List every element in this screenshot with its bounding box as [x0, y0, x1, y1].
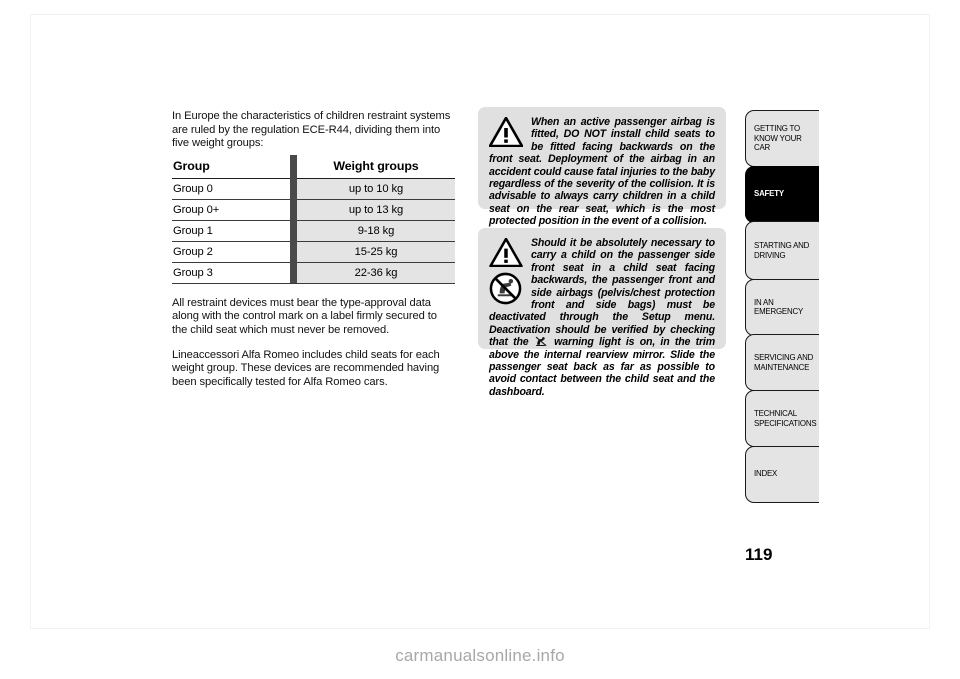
tab-servicing-and-maintenance[interactable]: SERVICING AND MAINTENANCE — [745, 334, 819, 392]
airbag-rear-facing-warning-box: When an active passenger airbag is fitte… — [478, 107, 726, 227]
cell-group: Group 1 — [172, 220, 290, 242]
warning-icon-group — [489, 238, 525, 305]
cell-weight: 22-36 kg — [297, 262, 455, 284]
warning-triangle-icon — [489, 117, 523, 147]
airbag-off-warning-light-icon — [535, 336, 547, 347]
tab-safety[interactable]: SAFETY — [745, 165, 819, 223]
tab-label: INDEX — [754, 469, 778, 479]
table-divider — [290, 199, 297, 221]
cell-group: Group 2 — [172, 241, 290, 263]
restraint-devices-paragraph: All restraint devices must bear the type… — [172, 296, 437, 336]
cell-weight: 9-18 kg — [297, 220, 455, 242]
table-divider — [290, 241, 297, 263]
table-row: Group 3 22-36 kg — [172, 262, 455, 284]
cell-weight: up to 13 kg — [297, 199, 455, 221]
weight-groups-table: Group Weight groups Group 0 up to 10 kg … — [172, 154, 455, 284]
column-header-group: Group — [172, 154, 290, 179]
table-divider — [290, 178, 297, 200]
table-row: Group 0 up to 10 kg — [172, 178, 455, 200]
site-watermark: carmanualsonline.info — [395, 646, 565, 665]
table-row: Group 1 9-18 kg — [172, 220, 455, 242]
page-number: 119 — [745, 545, 773, 564]
warning-icon-group — [489, 117, 525, 147]
tab-label: STARTING AND DRIVING — [754, 241, 810, 260]
intro-paragraph: In Europe the characteristics of childre… — [172, 110, 451, 150]
table-divider — [290, 154, 297, 179]
table-header-row: Group Weight groups — [172, 154, 455, 179]
tab-label: IN AN EMERGENCY — [754, 297, 804, 317]
tab-technical-specifications[interactable]: TECHNICAL SPECIFICATIONS — [745, 390, 819, 448]
section-tabs: GETTING TO KNOW YOUR CAR SAFETY STARTING… — [745, 110, 819, 503]
cell-weight: up to 10 kg — [297, 178, 455, 200]
cell-group: Group 3 — [172, 262, 290, 284]
table-row: Group 0+ up to 13 kg — [172, 199, 455, 221]
lineaccessori-paragraph: Lineaccessori Alfa Romeo includes child … — [172, 348, 440, 388]
warning-triangle-icon — [489, 238, 523, 267]
cell-weight: 15-25 kg — [297, 241, 455, 263]
table-divider — [290, 262, 297, 284]
tab-label: TECHNICAL SPECIFICATIONS — [754, 408, 817, 428]
tab-in-an-emergency[interactable]: IN AN EMERGENCY — [745, 278, 819, 336]
manual-page: In Europe the characteristics of childre… — [0, 0, 960, 679]
left-text-column: In Europe the characteristics of childre… — [172, 110, 455, 400]
tab-starting-and-driving[interactable]: STARTING AND DRIVING — [745, 221, 819, 281]
column-header-weight-groups: Weight groups — [297, 154, 455, 179]
table-divider — [290, 220, 297, 242]
tab-getting-to-know-your-car[interactable]: GETTING TO KNOW YOUR CAR — [745, 110, 819, 167]
airbag-deactivation-warning-box: Should it be absolutely necessary to car… — [478, 228, 726, 398]
tab-index[interactable]: INDEX — [745, 445, 819, 503]
tab-label: GETTING TO KNOW YOUR CAR — [754, 124, 802, 153]
tab-label: SAFETY — [754, 189, 784, 199]
tab-label: SERVICING AND MAINTENANCE — [754, 353, 814, 372]
cell-group: Group 0 — [172, 178, 290, 200]
table-row: Group 2 15-25 kg — [172, 241, 455, 263]
cell-group: Group 0+ — [172, 199, 290, 221]
no-rear-facing-child-seat-icon — [489, 272, 522, 305]
